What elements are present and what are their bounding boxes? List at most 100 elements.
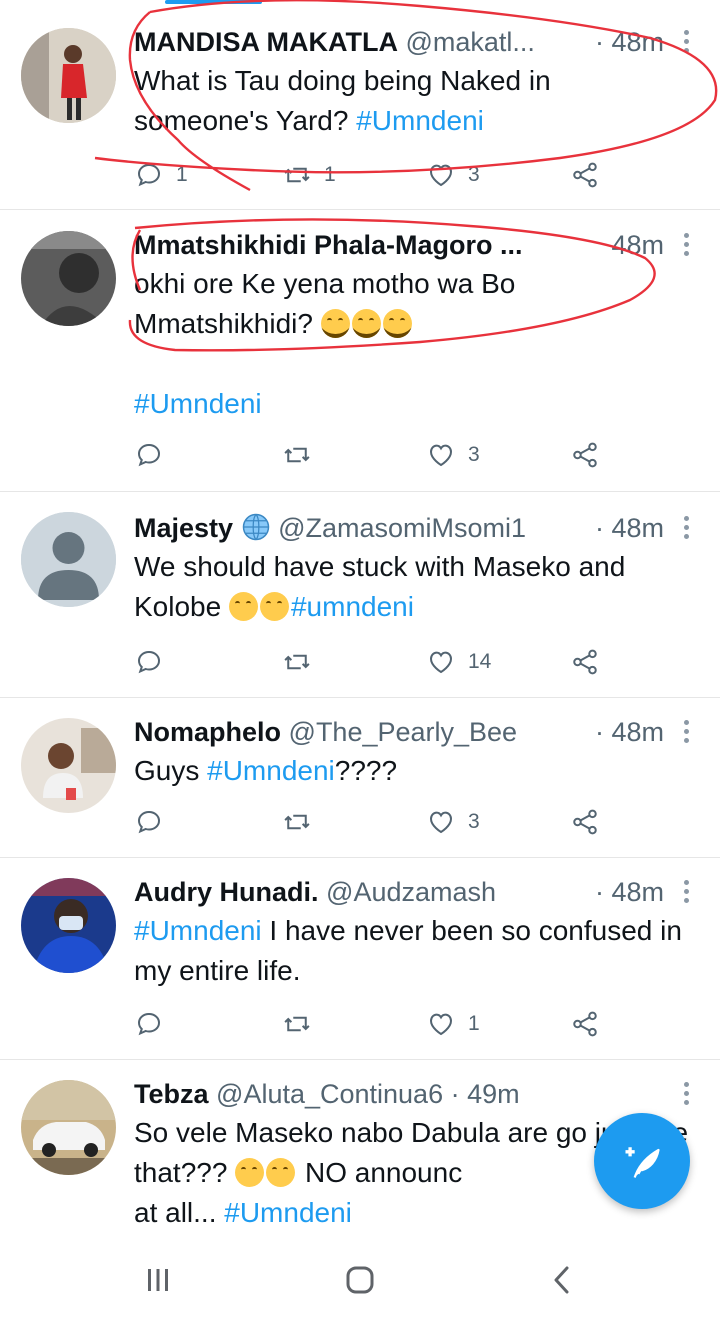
back-button[interactable] <box>542 1260 582 1300</box>
like-button[interactable]: 1 <box>426 1004 480 1044</box>
avatar[interactable] <box>21 231 116 326</box>
display-name[interactable]: MANDISA MAKATLA <box>134 27 398 57</box>
user-handle[interactable]: @The_Pearly_Bee <box>289 717 518 747</box>
compose-tweet-button[interactable] <box>594 1113 690 1209</box>
user-handle[interactable]: @ZamasomiMsomi1 <box>278 513 526 543</box>
timestamp[interactable]: · 48m <box>595 876 664 908</box>
timestamp[interactable]: · 49m <box>451 1079 520 1109</box>
reply-icon <box>137 1012 161 1036</box>
more-options-icon[interactable] <box>682 516 690 543</box>
avatar[interactable] <box>21 878 116 973</box>
hashtag-link[interactable]: #Umndeni <box>134 915 262 946</box>
share-icon <box>573 162 597 188</box>
tweet[interactable]: Audry Hunadi. @Audzamash · 48m #Umndeni … <box>0 858 720 1060</box>
tweet-actions: 3 <box>134 802 604 842</box>
retweet-button[interactable] <box>282 802 312 842</box>
tweet-header: Audry Hunadi. @Audzamash · 48m <box>134 876 690 908</box>
like-icon <box>429 811 453 834</box>
tweet-text-part: Guys <box>134 755 208 786</box>
tweet[interactable]: Mmatshikhidi Phala-Magoro ... 48m okhi o… <box>0 210 720 492</box>
tweet-text-part: at all... <box>134 1197 225 1228</box>
like-icon <box>429 444 453 467</box>
compose-tweet-icon <box>625 1147 660 1178</box>
timestamp[interactable]: · 48m <box>595 716 664 748</box>
share-icon <box>573 1011 597 1037</box>
like-count: 3 <box>468 163 480 186</box>
reply-button[interactable]: 1 <box>134 155 188 195</box>
retweet-icon <box>284 167 310 183</box>
tweet-header: Tebza @Aluta_Continua6 · 49m <box>134 1078 690 1110</box>
display-name[interactable]: Nomaphelo <box>134 717 281 747</box>
avatar[interactable] <box>21 718 116 813</box>
more-options-icon[interactable] <box>682 720 690 747</box>
hashtag-link[interactable]: #Umndeni <box>356 105 484 136</box>
reply-button[interactable] <box>134 642 164 682</box>
avatar[interactable] <box>21 1080 116 1175</box>
display-name[interactable]: Majesty <box>134 513 233 543</box>
hashtag-link[interactable]: #Umndeni <box>134 388 262 419</box>
tweet-text: What is Tau doing being Naked in someone… <box>134 61 690 141</box>
more-options-icon[interactable] <box>682 880 690 907</box>
tweet-text-part: ???? <box>334 755 398 786</box>
reply-button[interactable] <box>134 435 164 475</box>
retweet-button[interactable] <box>282 1004 312 1044</box>
retweet-count: 1 <box>324 163 336 186</box>
tweet-header: Mmatshikhidi Phala-Magoro ... 48m <box>134 229 690 261</box>
like-button[interactable]: 14 <box>426 642 491 682</box>
like-icon <box>429 651 453 674</box>
hashtag-link[interactable]: #Umndeni <box>207 755 335 786</box>
more-options-icon[interactable] <box>682 30 690 57</box>
share-button[interactable] <box>570 435 600 475</box>
like-icon <box>429 1013 453 1036</box>
like-button[interactable]: 3 <box>426 435 480 475</box>
retweet-button[interactable]: 1 <box>282 155 336 195</box>
user-handle[interactable]: @makatl... <box>405 27 534 57</box>
tweet-actions: 1 <box>134 1004 604 1044</box>
tweet[interactable]: Majesty @ZamasomiMsomi1 · 48m We should … <box>0 492 720 698</box>
like-button[interactable]: 3 <box>426 802 480 842</box>
display-name[interactable]: Tebza <box>134 1079 209 1109</box>
display-name[interactable]: Mmatshikhidi Phala-Magoro ... <box>134 230 523 260</box>
user-handle[interactable]: @Aluta_Continua6 <box>216 1079 443 1109</box>
timestamp[interactable]: · 48m <box>595 512 664 544</box>
tweet-text: #Umndeni I have never been so confused i… <box>134 911 690 991</box>
tweet[interactable]: MANDISA MAKATLA @makatl... · 48m What is… <box>0 0 720 210</box>
tweet-text: Guys #Umndeni???? <box>134 751 690 791</box>
sleeping-emoji-icon <box>259 592 289 621</box>
avatar[interactable] <box>21 28 116 123</box>
tweet-actions: 14 <box>134 642 604 682</box>
system-navigation-bar <box>0 1235 720 1322</box>
share-button[interactable] <box>570 642 600 682</box>
more-options-icon[interactable] <box>682 233 690 260</box>
reply-count: 1 <box>176 163 188 186</box>
tweet-text-hashtag-line: #Umndeni <box>134 384 690 424</box>
share-icon <box>573 442 597 468</box>
more-options-icon[interactable] <box>682 1082 690 1109</box>
reply-button[interactable] <box>134 1004 164 1044</box>
reply-button[interactable] <box>134 802 164 842</box>
timestamp[interactable]: · 48m <box>595 26 664 58</box>
hashtag-link[interactable]: #Umndeni <box>224 1197 352 1228</box>
tweet-text: okhi ore Ke yena motho wa Bo Mmatshikhid… <box>134 264 690 344</box>
like-count: 1 <box>468 1012 480 1035</box>
share-button[interactable] <box>570 802 600 842</box>
timestamp[interactable]: 48m <box>611 229 664 261</box>
hashtag-link[interactable]: #umndeni <box>291 591 414 622</box>
retweet-button[interactable] <box>282 642 312 682</box>
display-name[interactable]: Audry Hunadi. <box>134 877 319 907</box>
avatar[interactable] <box>21 512 116 607</box>
retweet-button[interactable] <box>282 435 312 475</box>
reply-icon <box>137 163 161 187</box>
back-icon <box>554 1266 569 1294</box>
share-button[interactable] <box>570 1004 600 1044</box>
recents-button[interactable] <box>138 1260 178 1300</box>
tweet-header: Majesty @ZamasomiMsomi1 · 48m <box>134 512 690 544</box>
share-button[interactable] <box>570 155 600 195</box>
home-button[interactable] <box>340 1260 380 1300</box>
retweet-icon <box>284 447 310 463</box>
tweet[interactable]: Nomaphelo @The_Pearly_Bee · 48m Guys #Um… <box>0 698 720 858</box>
like-button[interactable]: 3 <box>426 155 480 195</box>
user-handle[interactable]: @Audzamash <box>326 877 496 907</box>
like-count: 3 <box>468 443 480 466</box>
recents-icon <box>148 1269 168 1291</box>
